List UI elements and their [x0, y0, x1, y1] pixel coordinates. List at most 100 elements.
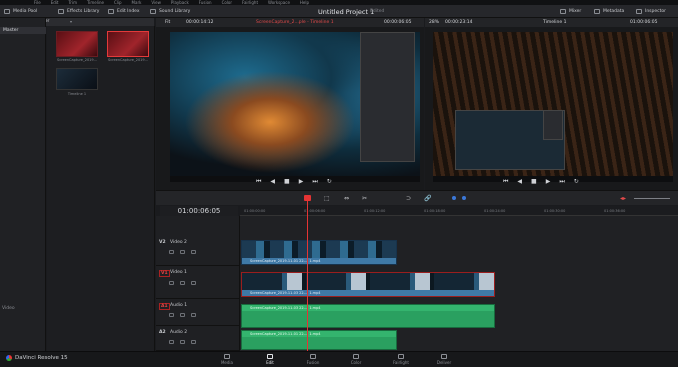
lock-icon[interactable]	[169, 340, 174, 344]
lock-icon[interactable]	[169, 250, 174, 254]
media-clip-thumbnail[interactable]	[56, 31, 98, 57]
track-name: Audio 2	[170, 330, 188, 335]
lock-icon[interactable]	[169, 281, 174, 285]
source-timecode-left: 00:00:14:12	[186, 20, 214, 25]
media-pool-label: Media Pool	[13, 9, 38, 14]
metadata-button[interactable]: Metadata	[594, 7, 624, 16]
source-timecode-right: 00:00:06:05	[384, 20, 412, 25]
page-tab-deliver[interactable]: Deliver	[431, 354, 457, 367]
page-tab-fusion[interactable]: Fusion	[300, 354, 326, 367]
project-title: Untitled Project 1	[318, 8, 375, 16]
davinci-logo-icon	[6, 355, 12, 361]
sound-library-icon	[150, 9, 156, 14]
play-icon[interactable]: ▶	[546, 178, 551, 186]
page-tab-fairlight[interactable]: Fairlight	[388, 354, 414, 367]
track-id[interactable]: V1	[159, 270, 170, 277]
clip-name: ScreenCapture_2019-11-03 22-... 1.mp4	[242, 290, 494, 296]
fusion-page-icon	[310, 354, 316, 359]
edit-index-label: Edit Index	[117, 9, 140, 14]
mixer-icon	[560, 9, 566, 14]
stop-icon[interactable]: ■	[284, 178, 290, 186]
mute-icon[interactable]	[191, 340, 196, 344]
track-header-a2: A2 Audio 2	[156, 327, 240, 351]
page-tab-media[interactable]: Media	[214, 354, 240, 367]
track-header-a1: A1 Audio 1	[156, 300, 240, 326]
snapping-icon[interactable]: ⊃	[406, 195, 411, 202]
playhead[interactable]	[307, 200, 308, 351]
track-id[interactable]: A2	[159, 330, 166, 335]
timeline-ruler[interactable]: 01:00:00:00 01:00:06:00 01:00:12:00 01:0…	[240, 206, 678, 216]
auto-select-icon[interactable]	[180, 313, 185, 317]
mixer-button[interactable]: Mixer	[560, 7, 581, 16]
embedded-panel	[543, 110, 563, 140]
source-transport: ⏮ ◀ ■ ▶ ⏭ ↻	[256, 178, 332, 186]
media-pool-grid: ScreenCapture_2019... ScreenCapture_2019…	[47, 26, 155, 351]
sound-library-button[interactable]: Sound Library	[150, 7, 190, 16]
clip-name: ScreenCapture_2019-11-01 22-... 1.mp4	[242, 258, 396, 264]
play-icon[interactable]: ▶	[299, 178, 304, 186]
track-id[interactable]: A1	[159, 303, 170, 310]
track-id: V2	[159, 240, 166, 245]
edit-index-icon	[108, 9, 114, 14]
blade-tool-icon[interactable]: ✂	[362, 195, 367, 202]
bin-item-master[interactable]: Master	[0, 27, 46, 34]
ruler-tick-label: 01:00:36:00	[604, 209, 626, 213]
left-panel-label: Video	[2, 306, 15, 311]
source-video-frame	[170, 32, 420, 182]
jump-start-icon[interactable]: ⏮	[256, 178, 261, 186]
auto-select-icon[interactable]	[180, 281, 185, 285]
timeline-timecode: 01:00:06:05	[160, 206, 238, 216]
link-icon[interactable]: 🔗	[424, 195, 431, 202]
ruler-tick-label: 01:00:00:00	[244, 209, 266, 213]
timeline-timecode-right: 01:00:06:05	[630, 20, 658, 25]
marker-color-icon[interactable]	[462, 196, 466, 200]
lock-icon[interactable]	[169, 313, 174, 317]
page-tab-edit[interactable]: Edit	[257, 354, 283, 367]
stop-icon[interactable]: ■	[531, 178, 537, 186]
color-page-icon	[353, 354, 359, 359]
loop-icon[interactable]: ↻	[327, 178, 332, 186]
timeline-thumbnail[interactable]	[56, 68, 98, 90]
zoom-slider[interactable]	[634, 198, 670, 199]
page-tab-color[interactable]: Color	[343, 354, 369, 367]
selection-tool-icon[interactable]: ⬚	[324, 195, 330, 202]
flag-color-icon[interactable]	[452, 196, 456, 200]
timeline-zoom[interactable]: 28%	[429, 20, 439, 25]
media-clip-label: ScreenCapture_2019...	[108, 58, 148, 62]
video-clip-v2[interactable]: ScreenCapture_2019-11-01 22-... 1.mp4	[241, 240, 397, 265]
mute-icon[interactable]	[191, 313, 196, 317]
audio-clip-a1[interactable]: ScreenCapture_2019-11-03 22-... 1.mp4	[241, 304, 495, 328]
inspector-label: Inspector	[645, 9, 666, 14]
source-zoom[interactable]: Fit	[165, 20, 170, 25]
effects-library-button[interactable]: Effects Library	[58, 7, 99, 16]
deliver-page-icon	[441, 354, 447, 359]
effects-library-icon	[58, 9, 64, 14]
chevron-down-icon[interactable]: ▾	[70, 19, 72, 24]
media-clip-thumbnail[interactable]	[107, 31, 149, 57]
project-state: Edited	[370, 9, 385, 14]
source-viewer: Fit 00:00:14:12 ScreenCapture_2...ple - …	[156, 18, 424, 190]
video-clip-v1[interactable]: ScreenCapture_2019-11-03 22-... 1.mp4	[241, 272, 495, 297]
play-reverse-icon[interactable]: ◀	[270, 178, 275, 186]
auto-select-icon[interactable]	[180, 340, 185, 344]
timeline-viewer-header: 28% 00:00:23:14 Timeline 1 01:00:06:05	[425, 18, 678, 27]
jump-start-icon[interactable]: ⏮	[503, 178, 508, 186]
auto-select-icon[interactable]	[180, 250, 185, 254]
audio-level-icon[interactable]: ◂▸	[620, 195, 626, 202]
jump-end-icon[interactable]: ⏭	[559, 178, 564, 186]
media-pool-button[interactable]: Media Pool	[4, 7, 37, 16]
page-bar: Media Edit Fusion Color Fairlight Delive…	[0, 351, 678, 367]
effects-library-label: Effects Library	[67, 9, 100, 14]
mixer-label: Mixer	[569, 9, 582, 14]
audio-clip-a2[interactable]: ScreenCapture_2019-11-01 22-... 1.mp4	[241, 330, 397, 350]
inspector-button[interactable]: Inspector	[636, 7, 666, 16]
track-visibility-icon[interactable]	[191, 281, 196, 285]
edit-index-button[interactable]: Edit Index	[108, 7, 140, 16]
bin-item-label: Master	[3, 28, 19, 33]
track-visibility-icon[interactable]	[191, 250, 196, 254]
play-reverse-icon[interactable]: ◀	[517, 178, 522, 186]
loop-icon[interactable]: ↻	[574, 178, 579, 186]
timeline-video-frame	[433, 32, 673, 182]
trim-tool-icon[interactable]: ⇔	[344, 195, 349, 202]
jump-end-icon[interactable]: ⏭	[312, 178, 317, 186]
